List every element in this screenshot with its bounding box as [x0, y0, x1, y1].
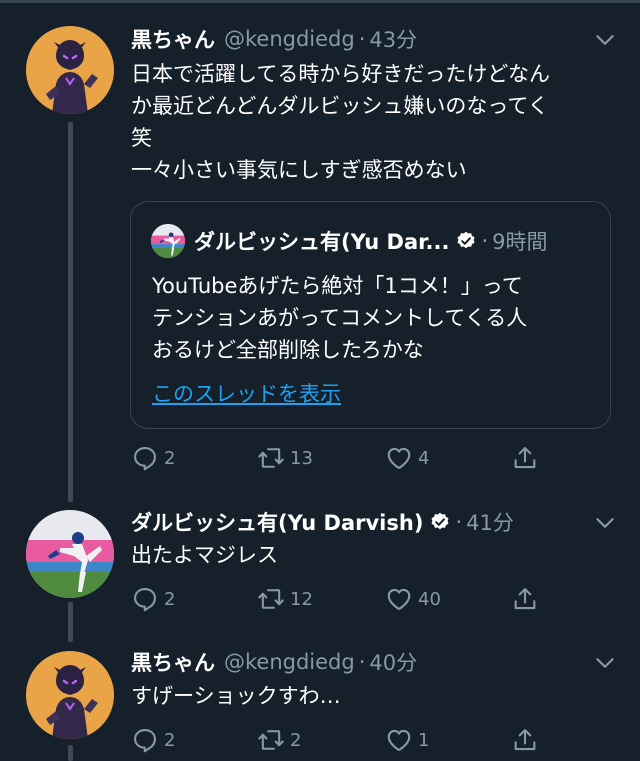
tweet-text-line: 出たよマジレス — [131, 543, 278, 567]
quote-text-line: テンションあがってコメントしてくる人 — [152, 306, 528, 330]
retweet-button[interactable]: 13 — [257, 441, 313, 475]
tweet-text: 出たよマジレス — [131, 539, 621, 571]
thread-line — [68, 122, 73, 502]
quoted-tweet[interactable]: ダルビッシュ有(Yu Dar... · 9時間 YouTubeあげたら絶対「1コ… — [130, 201, 611, 429]
separator-dot: · — [358, 27, 366, 51]
quote-display-name: ダルビッシュ有(Yu Dar... — [194, 230, 450, 254]
like-icon — [385, 444, 413, 472]
separator-dot: · — [455, 510, 463, 534]
thread-line — [68, 602, 73, 642]
like-count: 4 — [418, 447, 430, 469]
verified-badge-icon — [455, 230, 477, 252]
retweet-button[interactable]: 12 — [257, 582, 313, 616]
like-count: 40 — [418, 588, 441, 610]
timestamp[interactable]: 40分 — [369, 647, 417, 677]
display-name[interactable]: ダルビッシュ有(Yu Darvish) — [131, 507, 423, 537]
quote-text-line: おるけど全部削除したろかな — [152, 338, 424, 362]
avatar[interactable] — [26, 651, 114, 739]
timestamp[interactable]: 41分 — [466, 507, 514, 537]
tweet-text-line: 日本で活躍してる時から好きだったけどなん — [131, 62, 550, 86]
tweet-header: 黒ちゃん @kengdiedg · 40分 — [131, 647, 417, 677]
share-icon — [511, 444, 539, 472]
retweet-count: 12 — [290, 588, 313, 610]
retweet-icon — [257, 726, 285, 754]
tweet-text: すげーショックすわ… — [131, 680, 621, 712]
tweet-text-line: すげーショックすわ… — [131, 684, 341, 708]
avatar[interactable] — [26, 26, 114, 114]
handle[interactable]: @kengdiedg — [224, 650, 355, 674]
share-button[interactable] — [511, 441, 539, 475]
like-icon — [385, 726, 413, 754]
tweet-text-line: か最近どんどんダルビッシュ嫌いのなってく — [131, 94, 549, 118]
retweet-icon — [257, 444, 285, 472]
retweet-count: 2 — [290, 729, 302, 751]
display-name[interactable]: 黒ちゃん — [131, 24, 215, 54]
chevron-down-icon[interactable] — [592, 27, 618, 53]
reply-button[interactable]: 2 — [131, 582, 175, 616]
tweet-actions: 2 12 40 — [131, 582, 601, 616]
reply-button[interactable]: 2 — [131, 723, 175, 757]
quote-avatar — [151, 224, 185, 258]
quote-text: YouTubeあげたら絶対「1コメ！」って テンションあがってコメントしてくる人… — [152, 270, 602, 366]
share-button[interactable] — [511, 723, 539, 757]
tweet-text-line: 笑 — [131, 126, 152, 150]
separator-dot: · — [481, 229, 489, 253]
handle[interactable]: @kengdiedg — [224, 27, 355, 51]
avatar[interactable] — [26, 510, 114, 598]
tweet-actions: 2 2 1 — [131, 723, 601, 757]
display-name[interactable]: 黒ちゃん — [131, 647, 215, 677]
retweet-button[interactable]: 2 — [257, 723, 301, 757]
like-button[interactable]: 4 — [385, 441, 429, 475]
like-icon — [385, 585, 413, 613]
timestamp[interactable]: 43分 — [369, 24, 417, 54]
tweet-header: 黒ちゃん @kengdiedg · 43分 — [131, 24, 417, 54]
reply-count: 2 — [164, 588, 176, 610]
retweet-count: 13 — [290, 447, 313, 469]
like-button[interactable]: 40 — [385, 582, 441, 616]
tweet-text-line: 一々小さい事気にしすぎ感否めない — [131, 158, 467, 182]
verified-badge-icon — [429, 511, 451, 533]
share-icon — [511, 726, 539, 754]
quote-header: ダルビッシュ有(Yu Dar... · 9時間 — [151, 224, 548, 258]
reply-icon — [131, 726, 159, 754]
chevron-down-icon[interactable] — [592, 510, 618, 536]
tweet-actions: 2 13 4 — [131, 441, 601, 475]
tweet-text: 日本で活躍してる時から好きだったけどなん か最近どんどんダルビッシュ嫌いのなって… — [131, 58, 621, 186]
like-count: 1 — [418, 729, 430, 751]
reply-count: 2 — [164, 447, 176, 469]
reply-icon — [131, 585, 159, 613]
reply-count: 2 — [164, 729, 176, 751]
quote-text-line: YouTubeあげたら絶対「1コメ！」って — [152, 274, 523, 298]
like-button[interactable]: 1 — [385, 723, 429, 757]
thread-line — [68, 745, 73, 761]
separator-dot: · — [358, 650, 366, 674]
quote-timestamp: 9時間 — [492, 230, 548, 254]
share-icon — [511, 585, 539, 613]
top-divider — [0, 0, 640, 3]
reply-icon — [131, 444, 159, 472]
share-button[interactable] — [511, 582, 539, 616]
reply-button[interactable]: 2 — [131, 441, 175, 475]
retweet-icon — [257, 585, 285, 613]
show-thread-link[interactable]: このスレッドを表示 — [152, 378, 341, 408]
chevron-down-icon[interactable] — [592, 650, 618, 676]
tweet-header: ダルビッシュ有(Yu Darvish) · 41分 — [131, 507, 514, 537]
